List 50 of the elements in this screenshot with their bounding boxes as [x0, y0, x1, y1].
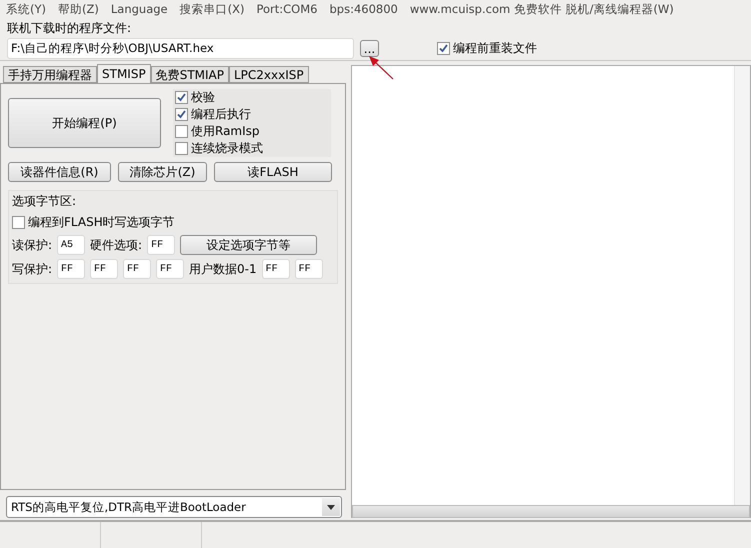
action-button[interactable]: 读器件信息(R) — [8, 162, 111, 182]
checkbox-label: 使用RamIsp — [191, 123, 260, 140]
checkbox-label: 编程到FLASH时写选项字节 — [28, 214, 175, 231]
start-program-button[interactable]: 开始编程(P) — [8, 98, 161, 148]
checkbox[interactable] — [12, 216, 25, 229]
checkbox[interactable] — [437, 42, 450, 55]
hex-field[interactable]: FF — [123, 259, 152, 279]
boot-mode-dropdown[interactable]: RTS的高电平复位,DTR高电平进BootLoader — [6, 496, 342, 518]
menu-item[interactable]: 帮助(Z) — [58, 2, 99, 16]
action-button[interactable]: 清除芯片(Z) — [118, 162, 207, 182]
set-options-button[interactable]: 设定选项字节等 — [180, 235, 318, 255]
field-label: 读保护: — [12, 236, 52, 254]
field-label: 用户数据0-1 — [189, 260, 257, 278]
checkbox-label: 编程前重装文件 — [453, 40, 537, 57]
vertical-scrollbar[interactable] — [734, 66, 750, 505]
hex-field[interactable]: FF — [57, 259, 86, 279]
checkbox[interactable] — [175, 91, 188, 104]
file-label: 联机下载时的程序文件: — [7, 21, 132, 35]
checkbox[interactable] — [175, 142, 188, 155]
checkbox[interactable] — [175, 108, 188, 121]
hex-field[interactable]: FF — [90, 259, 118, 279]
hex-field[interactable]: FF — [147, 235, 176, 255]
checkbox[interactable] — [175, 125, 188, 138]
horizontal-scrollbar[interactable] — [352, 505, 750, 518]
menu-item[interactable]: www.mcuisp.com 免费软件 脱机/离线编程器(W) — [410, 2, 674, 16]
annotation-arrow — [368, 55, 396, 81]
tab[interactable]: 手持万用编程器 — [3, 66, 97, 83]
menu-item[interactable]: bps:460800 — [329, 2, 398, 16]
check-icon — [439, 44, 448, 53]
hex-field[interactable]: FF — [262, 259, 290, 279]
menu-item[interactable]: 搜索串口(X) — [180, 2, 244, 16]
menu-item[interactable]: Port:COM6 — [256, 2, 318, 16]
checkbox-label: 编程后执行 — [191, 106, 251, 123]
tab[interactable]: 免费STMIAP — [150, 66, 229, 83]
hex-field[interactable]: FF — [294, 259, 323, 279]
menu-item[interactable]: Language — [110, 2, 168, 16]
tab[interactable]: LPC2xxxISP — [229, 66, 309, 83]
menu-item[interactable]: 系统(Y) — [6, 2, 46, 16]
dropdown-arrow-icon — [327, 504, 335, 510]
action-button[interactable]: 读FLASH — [214, 162, 332, 182]
checkbox-label: 连续烧录模式 — [191, 140, 263, 157]
checkbox-label: 校验 — [191, 89, 215, 106]
field-label: 写保护: — [12, 260, 52, 278]
hex-field[interactable]: A5 — [57, 235, 86, 255]
file-path-field[interactable]: F:\自己的程序\时分秒\OBJ\USART.hex — [7, 38, 354, 59]
tab[interactable]: STMISP — [97, 64, 151, 83]
browse-button[interactable]: ... — [360, 40, 379, 57]
field-label: 硬件选项: — [90, 236, 142, 254]
hex-field[interactable]: FF — [156, 259, 184, 279]
group-title: 选项字节区: — [12, 193, 78, 210]
